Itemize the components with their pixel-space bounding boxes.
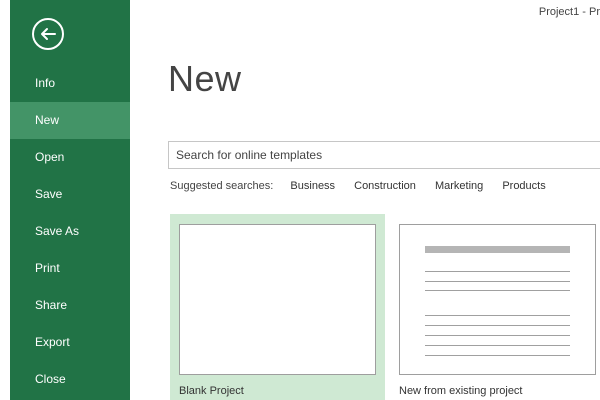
window-title: Project1 - Pr [538,6,600,18]
nav-item-share[interactable]: Share [10,287,130,324]
window-left-edge [0,0,10,400]
nav-item-info[interactable]: Info [10,65,130,102]
back-button[interactable] [32,18,64,50]
nav-item-close[interactable]: Close [10,361,130,398]
nav-item-save[interactable]: Save [10,176,130,213]
template-search-box [168,141,600,169]
suggested-searches-label: Suggested searches: [170,180,274,192]
nav-item-print[interactable]: Print [10,250,130,287]
thumbnail-line [425,290,570,291]
existing-project-thumbnail [399,224,596,375]
template-card-existing-project[interactable]: New from existing project [390,214,600,400]
suggested-searches: Suggested searches: Business Constructio… [170,180,562,192]
thumbnail-line [425,281,570,282]
suggested-link-products[interactable]: Products [502,180,545,192]
nav-item-save-as[interactable]: Save As [10,213,130,250]
template-search-input[interactable] [169,142,600,168]
blank-project-thumbnail [179,224,376,375]
thumbnail-line [425,315,570,316]
backstage-menu: Info New Open Save Save As Print Share E… [10,65,130,398]
backstage-nav-pane: Info New Open Save Save As Print Share E… [10,0,130,400]
thumbnail-line [425,345,570,346]
nav-item-open[interactable]: Open [10,139,130,176]
suggested-link-construction[interactable]: Construction [354,180,416,192]
template-card-blank-project[interactable]: Blank Project [170,214,385,400]
page-title: New [168,58,242,99]
thumbnail-line [425,335,570,336]
suggested-link-marketing[interactable]: Marketing [435,180,483,192]
thumbnail-line [425,325,570,326]
thumbnail-line [425,355,570,356]
template-caption: Blank Project [179,385,244,397]
thumbnail-line [425,271,570,272]
back-arrow-icon [41,28,56,40]
nav-item-new[interactable]: New [10,102,130,139]
suggested-link-business[interactable]: Business [290,180,335,192]
nav-item-export[interactable]: Export [10,324,130,361]
thumbnail-header-bar [425,246,570,253]
template-caption: New from existing project [399,385,523,397]
